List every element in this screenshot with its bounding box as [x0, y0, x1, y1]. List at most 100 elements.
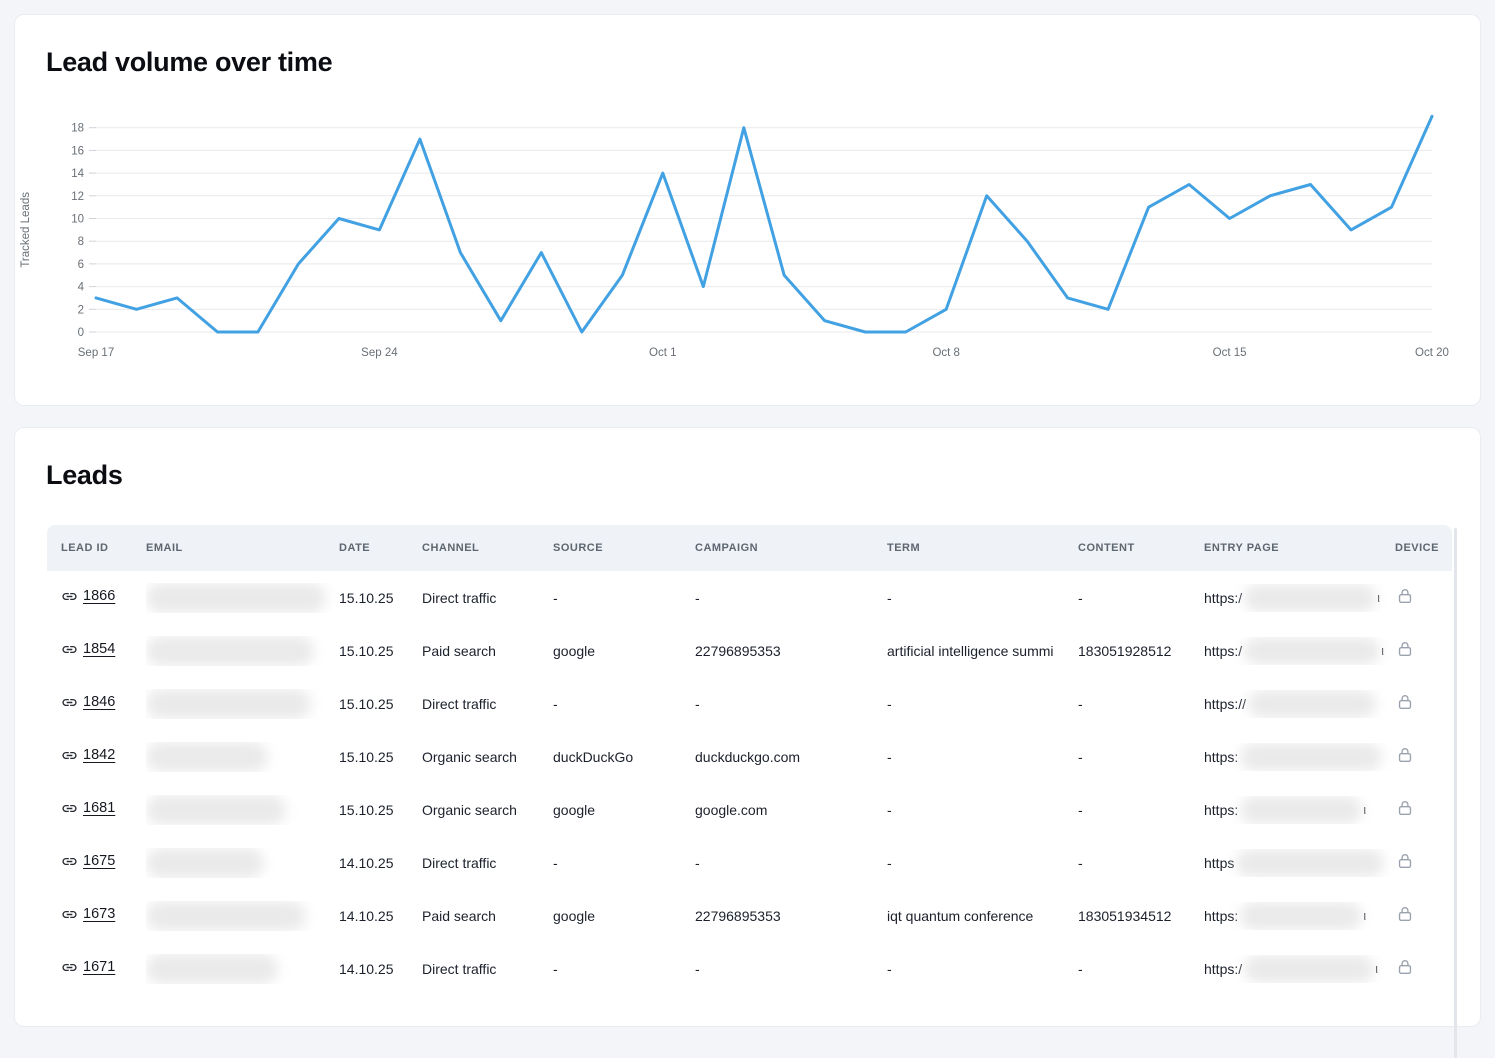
lead-id-link[interactable]: 1866: [61, 588, 115, 605]
table-row: 1681 15.10.25 Organic search google goog…: [47, 783, 1452, 836]
leads-title: Leads: [46, 460, 123, 491]
col-header-device: DEVICE: [1395, 542, 1445, 554]
col-header-term: TERM: [887, 542, 1078, 554]
lead-date: 15.10.25: [339, 590, 422, 606]
lead-campaign: google.com: [695, 802, 887, 818]
redacted-email: [146, 689, 311, 719]
redacted-email: [146, 848, 264, 878]
lead-channel: Paid search: [422, 908, 553, 924]
lead-content: -: [1078, 749, 1204, 765]
redacted-entry-page: [1244, 584, 1376, 612]
redacted-entry-page: [1240, 796, 1362, 824]
svg-text:Sep 24: Sep 24: [361, 347, 398, 359]
redacted-entry-page: [1244, 955, 1374, 983]
leads-table-header: LEAD ID EMAIL DATE CHANNEL SOURCE CAMPAI…: [47, 525, 1452, 571]
lead-content: -: [1078, 855, 1204, 871]
svg-text:0: 0: [78, 327, 84, 339]
col-header-entry-page: ENTRY PAGE: [1204, 542, 1395, 554]
lead-id-link[interactable]: 1846: [61, 694, 115, 711]
lead-campaign: duckduckgo.com: [695, 749, 887, 765]
entry-page-suffix: ι: [1381, 643, 1384, 658]
svg-text:8: 8: [78, 236, 84, 248]
entry-page-prefix: https:/: [1204, 643, 1242, 659]
link-icon: [61, 641, 78, 658]
lead-id-link[interactable]: 1673: [61, 906, 115, 923]
lead-volume-card: Lead volume over time 024681012141618Sep…: [14, 14, 1481, 406]
lead-date: 15.10.25: [339, 643, 422, 659]
col-header-source: SOURCE: [553, 542, 695, 554]
redacted-email: [146, 636, 314, 666]
col-header-content: CONTENT: [1078, 542, 1204, 554]
table-row: 1846 15.10.25 Direct traffic - - - - htt…: [47, 677, 1452, 730]
svg-text:Oct 1: Oct 1: [649, 347, 676, 359]
leads-card: Leads LEAD ID EMAIL DATE CHANNEL SOURCE …: [14, 427, 1481, 1027]
table-row: 1866 15.10.25 Direct traffic - - - - htt…: [47, 571, 1452, 624]
lead-term: iqt quantum conference: [887, 908, 1078, 924]
entry-page-prefix: https:/: [1204, 590, 1242, 606]
entry-page-prefix: https://: [1204, 696, 1246, 712]
col-header-channel: CHANNEL: [422, 542, 553, 554]
redacted-email: [146, 901, 306, 931]
lead-id-label: 1854: [83, 641, 115, 657]
lead-term: -: [887, 961, 1078, 977]
svg-text:Oct 20: Oct 20: [1415, 347, 1449, 359]
svg-text:18: 18: [71, 123, 84, 135]
redacted-entry-page: [1240, 902, 1362, 930]
redacted-entry-page: [1248, 690, 1376, 718]
lead-id-link[interactable]: 1671: [61, 959, 115, 976]
link-icon: [61, 694, 78, 711]
lead-date: 15.10.25: [339, 802, 422, 818]
table-scrollbar[interactable]: [1454, 528, 1457, 1058]
lock-icon: [1395, 586, 1415, 606]
lead-id-link[interactable]: 1854: [61, 641, 115, 658]
redacted-email: [146, 742, 268, 772]
lead-term: -: [887, 855, 1078, 871]
redacted-entry-page: [1244, 637, 1380, 665]
lead-channel: Direct traffic: [422, 855, 553, 871]
col-header-lead-id: LEAD ID: [61, 542, 146, 554]
lead-id-label: 1675: [83, 853, 115, 869]
link-icon: [61, 853, 78, 870]
lead-id-label: 1846: [83, 694, 115, 710]
lead-volume-line-chart: 024681012141618Sep 17Sep 24Oct 1Oct 8Oct…: [15, 110, 1482, 375]
lead-id-label: 1671: [83, 959, 115, 975]
leads-table-body: 1866 15.10.25 Direct traffic - - - - htt…: [47, 571, 1452, 995]
lead-source: duckDuckGo: [553, 749, 695, 765]
lock-icon: [1395, 798, 1415, 818]
table-row: 1675 14.10.25 Direct traffic - - - - htt…: [47, 836, 1452, 889]
chart-title: Lead volume over time: [46, 47, 332, 78]
lead-channel: Direct traffic: [422, 590, 553, 606]
lead-date: 14.10.25: [339, 908, 422, 924]
lead-channel: Direct traffic: [422, 696, 553, 712]
lead-campaign: -: [695, 961, 887, 977]
lock-icon: [1395, 745, 1415, 765]
svg-text:Tracked Leads: Tracked Leads: [20, 192, 32, 268]
lead-id-link[interactable]: 1681: [61, 800, 115, 817]
lock-icon: [1395, 692, 1415, 712]
link-icon: [61, 959, 78, 976]
lead-term: artificial intelligence summi: [887, 643, 1078, 659]
lead-id-label: 1866: [83, 588, 115, 604]
table-row: 1673 14.10.25 Paid search google 2279689…: [47, 889, 1452, 942]
lead-channel: Organic search: [422, 802, 553, 818]
lock-icon: [1395, 639, 1415, 659]
redacted-email: [146, 795, 286, 825]
lead-channel: Organic search: [422, 749, 553, 765]
lead-id-link[interactable]: 1842: [61, 747, 115, 764]
redacted-entry-page: [1240, 743, 1382, 771]
entry-page-prefix: https:: [1204, 908, 1238, 924]
lead-content: -: [1078, 696, 1204, 712]
lead-campaign: 22796895353: [695, 908, 887, 924]
lead-channel: Paid search: [422, 643, 553, 659]
lead-id-link[interactable]: 1675: [61, 853, 115, 870]
lead-campaign: 22796895353: [695, 643, 887, 659]
lock-icon: [1395, 904, 1415, 924]
lock-icon: [1395, 957, 1415, 977]
lead-source: -: [553, 855, 695, 871]
table-row: 1854 15.10.25 Paid search google 2279689…: [47, 624, 1452, 677]
col-header-campaign: CAMPAIGN: [695, 542, 887, 554]
entry-page-suffix: ι: [1377, 590, 1380, 605]
lead-content: 183051928512: [1078, 643, 1204, 659]
lead-term: -: [887, 749, 1078, 765]
entry-page-suffix: ι: [1375, 961, 1378, 976]
